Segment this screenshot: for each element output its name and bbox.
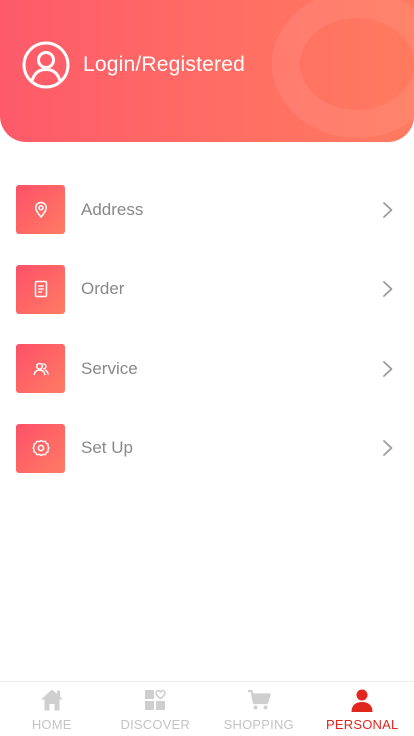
- menu-item-label: Address: [81, 199, 144, 219]
- menu-item-label: Set Up: [81, 438, 133, 458]
- chevron-right-icon: [383, 281, 393, 298]
- user-avatar-icon: [22, 41, 70, 89]
- menu-item-service[interactable]: Service: [0, 329, 414, 409]
- tab-label: HOME: [31, 717, 72, 732]
- menu-item-address[interactable]: Address: [0, 170, 414, 250]
- tab-label: DISCOVER: [120, 717, 190, 732]
- login-label: Login/Registered: [83, 53, 245, 76]
- menu-item-setup[interactable]: Set Up: [0, 409, 414, 489]
- chevron-right-icon: [383, 201, 393, 218]
- cart-icon: [247, 689, 271, 710]
- menu-item-label: Order: [81, 279, 125, 299]
- login-register-button[interactable]: Login/Registered: [22, 40, 245, 90]
- tab-home[interactable]: HOME: [0, 682, 104, 736]
- document-icon: [16, 264, 65, 314]
- tab-shopping[interactable]: SHOPPING: [207, 682, 311, 736]
- tab-discover[interactable]: DISCOVER: [104, 682, 208, 736]
- menu-item-label: Service: [81, 358, 138, 378]
- discover-icon: [145, 689, 167, 710]
- chevron-right-icon: [383, 440, 393, 457]
- location-pin-icon: [16, 185, 65, 235]
- header-decoration: [272, 0, 414, 138]
- profile-header: Login/Registered: [0, 0, 414, 142]
- tab-personal[interactable]: PERSONAL: [311, 682, 414, 736]
- menu-item-order[interactable]: Order: [0, 250, 414, 330]
- bottom-tab-bar: HOME DISCOVER SHOPPING PERSONAL: [0, 681, 414, 736]
- home-icon: [40, 689, 63, 711]
- tab-label: PERSONAL: [326, 717, 399, 732]
- tab-label: SHOPPING: [223, 717, 294, 732]
- people-icon: [16, 344, 65, 394]
- chevron-right-icon: [383, 360, 393, 377]
- profile-menu: Address Order Service Set Up: [0, 170, 414, 488]
- person-icon: [351, 689, 373, 712]
- gear-icon: [16, 423, 65, 473]
